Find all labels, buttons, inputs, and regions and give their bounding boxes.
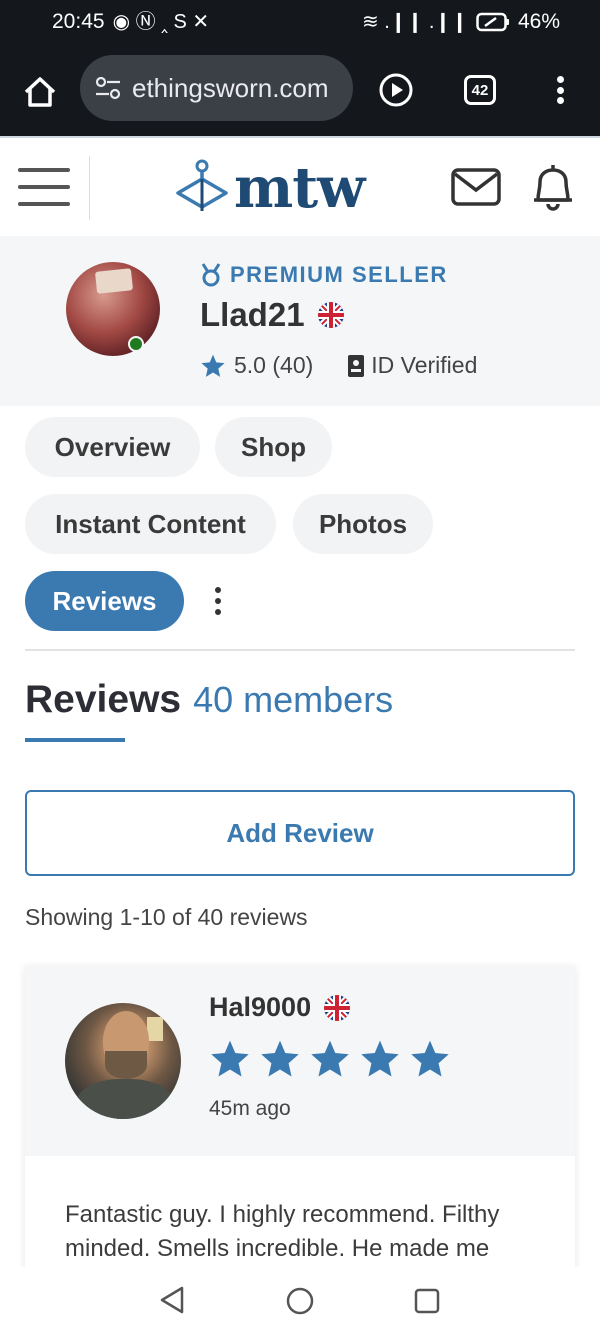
id-card-icon <box>348 354 365 377</box>
browser-menu-button[interactable] <box>548 72 572 108</box>
tab-overview[interactable]: Overview <box>25 417 200 477</box>
avatar-detail <box>147 1017 163 1041</box>
heading-underline <box>25 738 125 742</box>
uk-flag-icon <box>317 302 344 328</box>
tab-reviews[interactable]: Reviews <box>25 571 184 631</box>
android-navigation-bar <box>0 1267 600 1333</box>
back-icon[interactable] <box>158 1285 186 1315</box>
site-logo[interactable]: mtw <box>174 155 365 221</box>
play-icon[interactable] <box>378 72 414 108</box>
tab-shop[interactable]: Shop <box>215 417 332 477</box>
review-star-icon <box>261 1040 299 1077</box>
menu-dot <box>556 86 564 94</box>
hamburger-line <box>18 202 70 206</box>
site-header: mtw <box>0 136 600 236</box>
review-card: Hal9000 45m ago Fantastic guy. I highly … <box>25 966 575 1271</box>
bell-icon[interactable] <box>530 162 576 212</box>
more-dot <box>215 609 221 615</box>
menu-dot <box>556 97 564 104</box>
logo-text: mtw <box>234 155 365 221</box>
rating-row: 5.0 (40) ID Verified <box>200 352 477 379</box>
star-icon <box>201 354 225 377</box>
recent-apps-icon[interactable] <box>413 1287 441 1315</box>
hamburger-menu-icon[interactable] <box>18 168 70 206</box>
mail-icon[interactable] <box>451 168 501 206</box>
review-text: Fantastic guy. I highly recommend. Filth… <box>65 1201 500 1262</box>
home-nav-icon[interactable] <box>285 1286 315 1316</box>
results-summary: Showing 1-10 of 40 reviews <box>25 904 308 930</box>
tab-instant-content[interactable]: Instant Content <box>25 494 276 554</box>
review-star-icon <box>211 1040 249 1077</box>
medal-icon <box>201 263 221 287</box>
avatar-image <box>66 262 160 356</box>
uk-flag-icon <box>324 994 351 1021</box>
reviews-title: Reviews <box>25 678 182 721</box>
id-verified-label: ID Verified <box>371 352 478 378</box>
review-time: 45m ago <box>209 1097 291 1120</box>
id-verified-badge: ID Verified <box>347 352 477 379</box>
hamburger-line <box>18 185 70 189</box>
status-left: 20:45 ◉ Ⓝ ‸ S ✕ <box>52 10 209 34</box>
review-header: Hal9000 45m ago <box>25 966 575 1156</box>
url-text: ethingsworn.com <box>132 72 329 103</box>
seller-avatar[interactable] <box>66 262 160 356</box>
avatar-detail <box>94 268 134 294</box>
tabs-divider <box>25 649 575 651</box>
review-star-icon <box>361 1040 399 1077</box>
address-bar[interactable]: ethingsworn.com <box>80 55 353 121</box>
reviewer-avatar[interactable] <box>65 1003 181 1119</box>
review-star-icon <box>411 1040 449 1077</box>
system-status-bar: 20:45 ◉ Ⓝ ‸ S ✕ ≋ .❙❙ .❙❙ 46% <box>0 0 600 44</box>
seller-rating[interactable]: 5.0 (40) <box>234 352 313 379</box>
reviewer-name-row: Hal9000 <box>209 992 351 1023</box>
header-divider <box>89 156 90 220</box>
menu-dot <box>556 76 564 83</box>
avatar-detail <box>77 1079 173 1119</box>
add-review-button[interactable]: Add Review <box>25 790 575 876</box>
reviews-heading: Reviews 40 members <box>25 678 393 722</box>
more-dot <box>215 598 221 604</box>
review-star-icon <box>311 1040 349 1077</box>
site-settings-icon[interactable] <box>94 74 122 102</box>
badge-label: PREMIUM SELLER <box>230 262 448 287</box>
reviewer-name[interactable]: Hal9000 <box>209 992 311 1023</box>
notification-icons: ◉ Ⓝ ‸ S ✕ <box>112 11 210 33</box>
battery-icon <box>476 12 509 32</box>
more-tabs-icon[interactable] <box>210 587 226 615</box>
avatar-detail <box>105 1051 147 1079</box>
home-icon[interactable] <box>22 74 58 110</box>
reviews-count: 40 members <box>193 679 394 720</box>
username-row: Llad21 <box>200 296 345 334</box>
seller-profile-header: PREMIUM SELLER Llad21 5.0 (40) ID Verifi… <box>0 236 600 406</box>
battery-level: 46% <box>517 10 560 33</box>
online-status-dot <box>128 336 144 352</box>
premium-seller-badge: PREMIUM SELLER <box>200 262 448 288</box>
tab-switcher-button[interactable]: 42 <box>464 75 496 105</box>
signal-icons: ≋ .❙❙ .❙❙ <box>361 11 468 33</box>
more-dot <box>215 587 221 593</box>
tab-photos[interactable]: Photos <box>293 494 433 554</box>
review-star-rating <box>209 1038 451 1080</box>
status-right: ≋ .❙❙ .❙❙ 46% <box>362 10 560 34</box>
seller-username: Llad21 <box>200 296 305 333</box>
hanger-logo-icon <box>176 159 228 211</box>
clock: 20:45 <box>52 10 105 33</box>
hamburger-line <box>18 168 70 172</box>
browser-toolbar: ethingsworn.com 42 <box>0 44 600 136</box>
